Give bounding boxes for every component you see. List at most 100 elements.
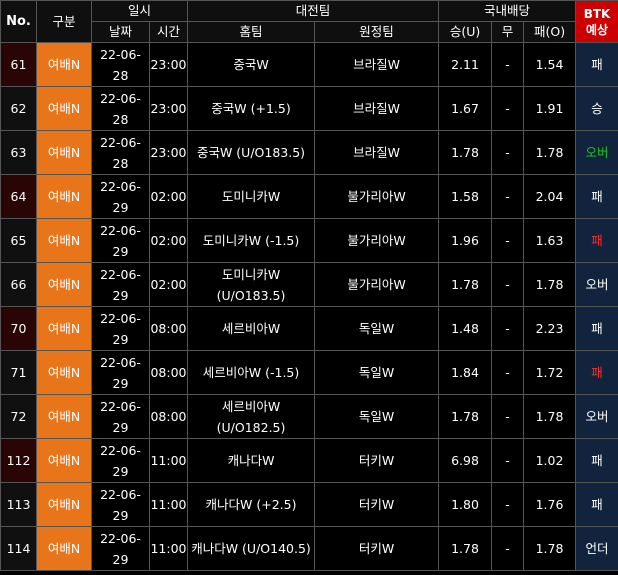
row-odds-lose: 1.76 [523, 482, 577, 527]
table-row: 72 여배N 22-06- 29 08:00 세르비아W (U/O182.5) 독일W 1.7… [0, 394, 618, 439]
row-away-team: 불가리아W [314, 218, 440, 263]
row-time: 23:00 [148, 86, 189, 131]
row-btk-prediction: 패 [575, 42, 618, 87]
row-number: 65 [0, 218, 37, 263]
header-home: 홈팀 [187, 21, 316, 43]
row-home-team: 도미니카W [187, 174, 316, 219]
row-odds-draw: - [491, 174, 525, 219]
row-date-part2: 29 [112, 419, 129, 435]
row-odds-win: 6.98 [438, 438, 493, 483]
row-date: 22-06- 29 [91, 174, 150, 219]
table-row: 65 여배N 22-06- 29 02:00 도미니카W (-1.5) 불가리아W 1.96-… [0, 218, 618, 263]
row-date-part1: 22-06- [100, 222, 141, 238]
row-home-team: 중국W (U/O183.5) [187, 130, 316, 175]
header-time: 시간 [148, 21, 189, 43]
row-time: 11:00 [148, 482, 189, 527]
row-odds-win: 1.78 [438, 526, 493, 571]
row-odds-draw: - [491, 306, 525, 351]
row-date-part2: 29 [112, 507, 129, 523]
row-away-team: 터키W [314, 482, 440, 527]
row-time: 11:00 [148, 438, 189, 483]
row-category: 여배N [36, 306, 92, 351]
table-row: 61 여배N 22-06- 28 23:00 중국W 브라질W 2.11-1.54 패 [0, 42, 618, 87]
row-number: 62 [0, 86, 37, 131]
row-date: 22-06- 28 [91, 86, 150, 131]
row-date: 22-06- 29 [91, 394, 150, 439]
row-odds-draw: - [491, 262, 525, 307]
row-category: 여배N [36, 394, 92, 439]
row-odds-draw: - [491, 218, 525, 263]
row-time: 11:00 [148, 526, 189, 571]
row-odds-win: 1.78 [438, 394, 493, 439]
row-home-team: 캐나다W [187, 438, 316, 483]
row-date-part2: 29 [112, 551, 129, 567]
row-date: 22-06- 29 [91, 438, 150, 483]
row-btk-prediction: 패 [575, 438, 618, 483]
row-odds-lose: 1.78 [523, 130, 577, 175]
header-odds: 국내배당 [438, 0, 577, 22]
row-number: 70 [0, 306, 37, 351]
row-odds-lose: 1.63 [523, 218, 577, 263]
row-date: 22-06- 29 [91, 482, 150, 527]
row-date: 22-06- 29 [91, 262, 150, 307]
row-away-team: 독일W [314, 350, 440, 395]
row-date-part1: 22-06- [100, 486, 141, 502]
row-date-part2: 29 [112, 331, 129, 347]
row-btk-prediction: 패 [575, 482, 618, 527]
row-category: 여배N [36, 218, 92, 263]
row-odds-draw: - [491, 130, 525, 175]
row-home-team: 중국W (+1.5) [187, 86, 316, 131]
header-btk-line1: BTK [583, 6, 611, 21]
table-row: 113 여배N 22-06- 29 11:00 캐나다W (+2.5) 터키W 1.80-1.… [0, 482, 618, 527]
row-date: 22-06- 29 [91, 350, 150, 395]
row-btk-prediction: 패 [575, 350, 618, 395]
row-odds-draw: - [491, 482, 525, 527]
row-odds-lose: 1.72 [523, 350, 577, 395]
row-btk-prediction: 패 [575, 174, 618, 219]
row-number: 113 [0, 482, 37, 527]
row-away-team: 브라질W [314, 130, 440, 175]
row-date: 22-06- 28 [91, 42, 150, 87]
table-header: No. 구분 일시 대전팀 국내배당 BTK 예상 날짜 시간 홈팀 원정팀 승(… [0, 0, 618, 43]
row-time: 08:00 [148, 306, 189, 351]
row-odds-lose: 1.78 [523, 526, 577, 571]
row-date-part2: 29 [112, 463, 129, 479]
row-btk-prediction: 오버 [575, 394, 618, 439]
row-date: 22-06- 29 [91, 306, 150, 351]
row-date-part1: 22-06- [100, 178, 141, 194]
row-number: 71 [0, 350, 37, 395]
row-home-team: 중국W [187, 42, 316, 87]
table-row: 71 여배N 22-06- 29 08:00 세르비아W (-1.5) 독일W 1.84-1.… [0, 350, 618, 395]
header-win: 승(U) [438, 21, 493, 43]
row-date-part1: 22-06- [100, 266, 141, 282]
header-datetime: 일시 [90, 0, 189, 22]
row-date-part2: 28 [112, 67, 129, 83]
row-btk-prediction: 패 [575, 218, 618, 263]
row-number: 112 [0, 438, 37, 483]
row-home-team: 도미니카W (U/O183.5) [187, 262, 316, 307]
row-home-team: 세르비아W [187, 306, 316, 351]
row-date-part2: 28 [112, 111, 129, 127]
row-home-team: 캐나다W (+2.5) [187, 482, 316, 527]
row-time: 08:00 [148, 350, 189, 395]
row-odds-draw: - [491, 350, 525, 395]
row-away-team: 브라질W [314, 42, 440, 87]
row-date-part2: 29 [112, 243, 129, 259]
row-date-part2: 29 [112, 199, 129, 215]
row-odds-draw: - [491, 526, 525, 571]
row-category: 여배N [36, 42, 92, 87]
row-odds-lose: 1.78 [523, 394, 577, 439]
row-date-part2: 29 [112, 287, 129, 303]
row-category: 여배N [36, 86, 92, 131]
row-category: 여배N [36, 482, 92, 527]
header-btk-line2: 예상 [585, 22, 609, 37]
row-btk-prediction: 오버 [575, 262, 618, 307]
header-matchup: 대전팀 [187, 0, 440, 22]
row-date-part2: 28 [112, 155, 129, 171]
row-category: 여배N [36, 438, 92, 483]
header-lose: 패(O) [523, 21, 577, 43]
row-odds-win: 1.48 [438, 306, 493, 351]
row-odds-lose: 1.54 [523, 42, 577, 87]
row-odds-draw: - [491, 86, 525, 131]
header-draw: 무 [491, 21, 525, 43]
